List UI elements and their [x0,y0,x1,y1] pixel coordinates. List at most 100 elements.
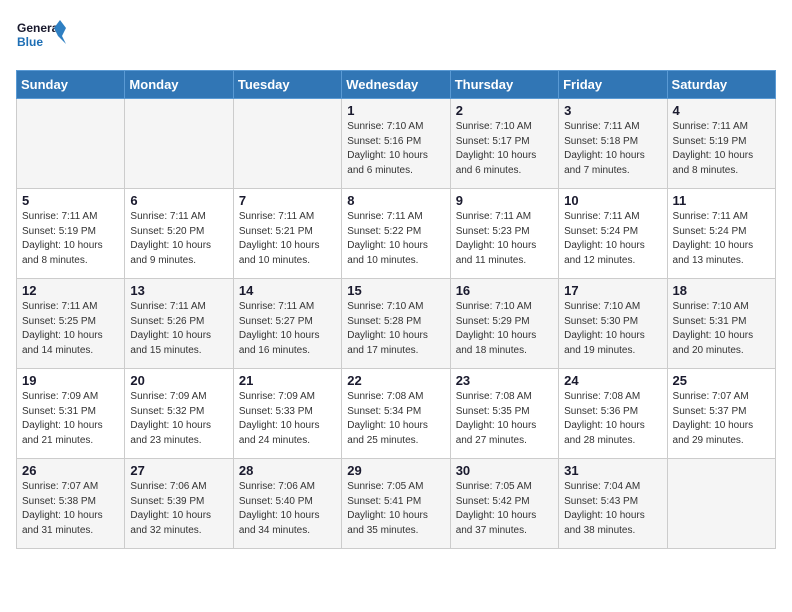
calendar-cell: 5Sunrise: 7:11 AMSunset: 5:19 PMDaylight… [17,189,125,279]
day-number: 28 [239,463,336,478]
calendar-cell: 29Sunrise: 7:05 AMSunset: 5:41 PMDayligh… [342,459,450,549]
calendar-cell: 8 Sunrise: 7:11 AMSunset: 5:22 PMDaylight… [342,189,450,279]
day-number: 13 [130,283,227,298]
calendar-cell: 21 Sunrise: 7:09 AMSunset: 5:33 PMDayligh… [233,369,341,459]
calendar-cell: 2Sunrise: 7:10 AMSunset: 5:17 PMDaylight… [450,99,558,189]
calendar-cell [17,99,125,189]
day-info: Sunrise: 7:11 AMSunset: 5:22 PMDaylight:… [347,210,444,268]
page-header: General Blue [16,16,776,58]
logo-icon: General Blue [16,16,66,58]
day-number: 30 [456,463,553,478]
calendar-cell: 12 Sunrise: 7:11 AMSunset: 5:25 PMDayligh… [17,279,125,369]
day-number: 22 [347,373,444,388]
day-info: Sunrise: 7:09 AMSunset: 5:32 PMDaylight:… [130,390,227,448]
day-number: 1 [347,103,444,118]
day-info: Sunrise: 7:08 AMSunset: 5:36 PMDaylight:… [564,390,661,448]
day-number: 9 [456,193,553,208]
day-info: Sunrise: 7:11 AMSunset: 5:27 PMDaylight:… [239,300,336,358]
day-info: Sunrise: 7:04 AMSunset: 5:43 PMDaylight:… [564,480,661,538]
svg-text:Blue: Blue [17,35,43,49]
weekday-header-row: SundayMondayTuesdayWednesdayThursdayFrid… [17,71,776,99]
day-number: 20 [130,373,227,388]
day-info: Sunrise: 7:11 AMSunset: 5:24 PMDaylight:… [564,210,661,268]
day-info: Sunrise: 7:10 AMSunset: 5:29 PMDaylight:… [456,300,553,358]
weekday-header-tuesday: Tuesday [233,71,341,99]
day-info: Sunrise: 7:07 AMSunset: 5:37 PMDaylight:… [673,390,770,448]
day-number: 8 [347,193,444,208]
day-info: Sunrise: 7:05 AMSunset: 5:42 PMDaylight:… [456,480,553,538]
calendar-cell: 6 Sunrise: 7:11 AMSunset: 5:20 PMDaylight… [125,189,233,279]
weekday-header-friday: Friday [559,71,667,99]
calendar-cell: 15 Sunrise: 7:10 AMSunset: 5:28 PMDayligh… [342,279,450,369]
day-info: Sunrise: 7:11 AMSunset: 5:23 PMDaylight:… [456,210,553,268]
day-info: Sunrise: 7:11 AMSunset: 5:24 PMDaylight:… [673,210,770,268]
day-info: Sunrise: 7:11 AMSunset: 5:26 PMDaylight:… [130,300,227,358]
day-info: Sunrise: 7:10 AMSunset: 5:30 PMDaylight:… [564,300,661,358]
day-info: Sunrise: 7:07 AMSunset: 5:38 PMDaylight:… [22,480,119,538]
day-info: Sunrise: 7:11 AMSunset: 5:19 PMDaylight:… [22,210,119,268]
calendar-cell: 4 Sunrise: 7:11 AMSunset: 5:19 PMDaylight… [667,99,775,189]
day-number: 12 [22,283,119,298]
calendar-cell: 3 Sunrise: 7:11 AMSunset: 5:18 PMDaylight… [559,99,667,189]
day-info: Sunrise: 7:11 AMSunset: 5:19 PMDaylight:… [673,120,770,178]
day-info: Sunrise: 7:08 AMSunset: 5:35 PMDaylight:… [456,390,553,448]
day-number: 23 [456,373,553,388]
calendar-week-row: 1Sunrise: 7:10 AMSunset: 5:16 PMDaylight… [17,99,776,189]
calendar-cell: 16Sunrise: 7:10 AMSunset: 5:29 PMDayligh… [450,279,558,369]
day-info: Sunrise: 7:10 AMSunset: 5:17 PMDaylight:… [456,120,553,178]
calendar-cell: 22 Sunrise: 7:08 AMSunset: 5:34 PMDayligh… [342,369,450,459]
calendar-cell [233,99,341,189]
day-info: Sunrise: 7:10 AMSunset: 5:31 PMDaylight:… [673,300,770,358]
day-number: 27 [130,463,227,478]
calendar-cell: 17 Sunrise: 7:10 AMSunset: 5:30 PMDayligh… [559,279,667,369]
day-number: 7 [239,193,336,208]
calendar-cell: 18 Sunrise: 7:10 AMSunset: 5:31 PMDayligh… [667,279,775,369]
calendar-week-row: 26 Sunrise: 7:07 AMSunset: 5:38 PMDayligh… [17,459,776,549]
day-number: 21 [239,373,336,388]
day-number: 14 [239,283,336,298]
calendar-cell [125,99,233,189]
weekday-header-monday: Monday [125,71,233,99]
calendar-cell: 1Sunrise: 7:10 AMSunset: 5:16 PMDaylight… [342,99,450,189]
calendar-cell: 13 Sunrise: 7:11 AMSunset: 5:26 PMDayligh… [125,279,233,369]
day-number: 25 [673,373,770,388]
calendar-cell [667,459,775,549]
calendar-cell: 14 Sunrise: 7:11 AMSunset: 5:27 PMDayligh… [233,279,341,369]
calendar-table: SundayMondayTuesdayWednesdayThursdayFrid… [16,70,776,549]
day-number: 6 [130,193,227,208]
calendar-cell: 10Sunrise: 7:11 AMSunset: 5:24 PMDayligh… [559,189,667,279]
day-info: Sunrise: 7:08 AMSunset: 5:34 PMDaylight:… [347,390,444,448]
day-info: Sunrise: 7:10 AMSunset: 5:28 PMDaylight:… [347,300,444,358]
calendar-week-row: 19 Sunrise: 7:09 AMSunset: 5:31 PMDayligh… [17,369,776,459]
calendar-cell: 27 Sunrise: 7:06 AMSunset: 5:39 PMDayligh… [125,459,233,549]
weekday-header-sunday: Sunday [17,71,125,99]
day-number: 26 [22,463,119,478]
weekday-header-wednesday: Wednesday [342,71,450,99]
calendar-cell: 19 Sunrise: 7:09 AMSunset: 5:31 PMDayligh… [17,369,125,459]
calendar-week-row: 5Sunrise: 7:11 AMSunset: 5:19 PMDaylight… [17,189,776,279]
day-info: Sunrise: 7:09 AMSunset: 5:33 PMDaylight:… [239,390,336,448]
day-number: 24 [564,373,661,388]
day-info: Sunrise: 7:11 AMSunset: 5:20 PMDaylight:… [130,210,227,268]
day-info: Sunrise: 7:11 AMSunset: 5:18 PMDaylight:… [564,120,661,178]
day-number: 19 [22,373,119,388]
day-number: 18 [673,283,770,298]
day-info: Sunrise: 7:06 AMSunset: 5:39 PMDaylight:… [130,480,227,538]
day-number: 4 [673,103,770,118]
calendar-cell: 11Sunrise: 7:11 AMSunset: 5:24 PMDayligh… [667,189,775,279]
day-number: 3 [564,103,661,118]
calendar-cell: 23 Sunrise: 7:08 AMSunset: 5:35 PMDayligh… [450,369,558,459]
day-info: Sunrise: 7:11 AMSunset: 5:21 PMDaylight:… [239,210,336,268]
calendar-cell: 31Sunrise: 7:04 AMSunset: 5:43 PMDayligh… [559,459,667,549]
calendar-cell: 7 Sunrise: 7:11 AMSunset: 5:21 PMDaylight… [233,189,341,279]
day-info: Sunrise: 7:11 AMSunset: 5:25 PMDaylight:… [22,300,119,358]
day-info: Sunrise: 7:09 AMSunset: 5:31 PMDaylight:… [22,390,119,448]
calendar-cell: 28 Sunrise: 7:06 AMSunset: 5:40 PMDayligh… [233,459,341,549]
calendar-week-row: 12 Sunrise: 7:11 AMSunset: 5:25 PMDayligh… [17,279,776,369]
weekday-header-saturday: Saturday [667,71,775,99]
calendar-cell: 30 Sunrise: 7:05 AMSunset: 5:42 PMDayligh… [450,459,558,549]
day-number: 17 [564,283,661,298]
calendar-cell: 20 Sunrise: 7:09 AMSunset: 5:32 PMDayligh… [125,369,233,459]
day-info: Sunrise: 7:06 AMSunset: 5:40 PMDaylight:… [239,480,336,538]
day-number: 15 [347,283,444,298]
